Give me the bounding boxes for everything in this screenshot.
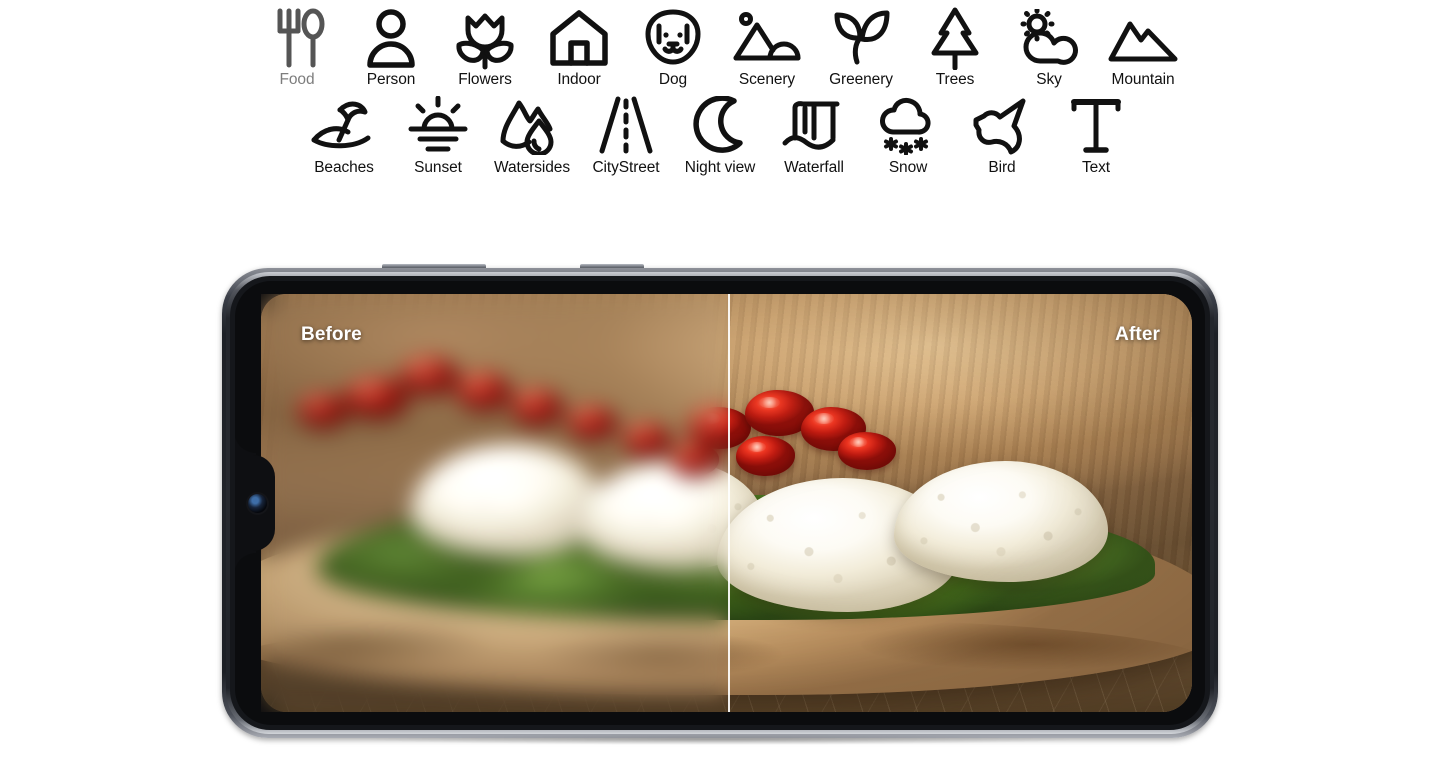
scene-category-label: Mountain — [1111, 71, 1175, 88]
text-t-icon — [1056, 92, 1136, 160]
after-label: After — [1115, 324, 1160, 345]
scene-category-label: Watersides — [494, 158, 570, 176]
scene-category-label: Beaches — [314, 158, 374, 176]
scene-category-label: Indoor — [557, 71, 601, 88]
scene-category-bird[interactable]: Bird — [955, 92, 1049, 176]
scene-category-row-2: Beaches Sunset Watersides CityStreet Nig… — [0, 88, 1440, 176]
mountain-icon — [1103, 4, 1183, 72]
scene-category-row-1: Food Person Flowers Indoor Dog Scenery G… — [0, 0, 1440, 88]
leaves-icon — [821, 4, 901, 72]
scene-category-label: CityStreet — [592, 158, 660, 176]
scene-category-sunset[interactable]: Sunset — [391, 92, 485, 176]
scene-category-scenery[interactable]: Scenery — [720, 4, 814, 88]
scene-category-label: Greenery — [829, 71, 893, 88]
phone-device: Before After — [222, 264, 1218, 738]
sunset-icon — [398, 92, 478, 160]
waterfall-icon — [774, 92, 854, 160]
scene-category-sky[interactable]: Sky — [1002, 4, 1096, 88]
sun-cloud-icon — [1009, 4, 1089, 72]
scene-category-label: Snow — [888, 158, 928, 176]
house-icon — [539, 4, 619, 72]
scene-category-greenery[interactable]: Greenery — [814, 4, 908, 88]
scene-optimizer-promo-page: Food Person Flowers Indoor Dog Scenery G… — [0, 0, 1440, 760]
landscape-icon — [727, 4, 807, 72]
scene-category-night-view[interactable]: Night view — [673, 92, 767, 176]
pine-tree-icon — [915, 4, 995, 72]
road-icon — [586, 92, 666, 160]
phone-screen[interactable]: Before After — [261, 294, 1192, 712]
scene-category-watersides[interactable]: Watersides — [485, 92, 579, 176]
scene-category-label: Scenery — [738, 71, 796, 88]
scene-category-label: Waterfall — [784, 158, 844, 176]
scene-category-label: Person — [366, 71, 416, 88]
crescent-moon-icon — [680, 92, 760, 160]
cloud-snow-icon — [868, 92, 948, 160]
scene-category-food[interactable]: Food — [250, 4, 344, 88]
scene-category-label: Food — [279, 71, 315, 88]
scene-category-grid: Food Person Flowers Indoor Dog Scenery G… — [0, 0, 1440, 175]
scene-category-trees[interactable]: Trees — [908, 4, 1002, 88]
front-camera-lens — [247, 493, 267, 513]
scene-category-label: Trees — [935, 71, 975, 88]
fork-spoon-icon — [257, 4, 337, 72]
scene-category-flowers[interactable]: Flowers — [438, 4, 532, 88]
device-drop-shadow — [250, 734, 1190, 748]
person-icon — [351, 4, 431, 72]
before-pane — [261, 294, 729, 712]
tulip-icon — [445, 4, 525, 72]
scene-category-label: Text — [1081, 158, 1111, 176]
waterdrop-notch — [235, 431, 275, 575]
comparison-divider[interactable] — [728, 294, 731, 712]
scene-category-label: Bird — [988, 158, 1016, 176]
dog-face-icon — [633, 4, 713, 72]
scene-category-label: Sunset — [414, 158, 462, 176]
scene-category-indoor[interactable]: Indoor — [532, 4, 626, 88]
phone-bezel: Before After — [235, 281, 1205, 725]
scene-category-dog[interactable]: Dog — [626, 4, 720, 88]
scene-category-citystreet[interactable]: CityStreet — [579, 92, 673, 176]
scene-category-waterfall[interactable]: Waterfall — [767, 92, 861, 176]
scene-category-label: Night view — [684, 158, 756, 176]
scene-category-snow[interactable]: Snow — [861, 92, 955, 176]
scene-category-beaches[interactable]: Beaches — [297, 92, 391, 176]
beach-umbrella-icon — [304, 92, 384, 160]
before-label: Before — [301, 324, 362, 345]
scene-category-label: Flowers — [458, 71, 512, 88]
before-blur-effect — [261, 294, 729, 712]
waterside-icon — [492, 92, 572, 160]
scene-category-person[interactable]: Person — [344, 4, 438, 88]
scene-category-label: Sky — [1036, 71, 1062, 88]
scene-category-text[interactable]: Text — [1049, 92, 1143, 176]
scene-category-label: Dog — [658, 71, 688, 88]
scene-category-mountain[interactable]: Mountain — [1096, 4, 1190, 88]
bird-icon — [962, 92, 1042, 160]
